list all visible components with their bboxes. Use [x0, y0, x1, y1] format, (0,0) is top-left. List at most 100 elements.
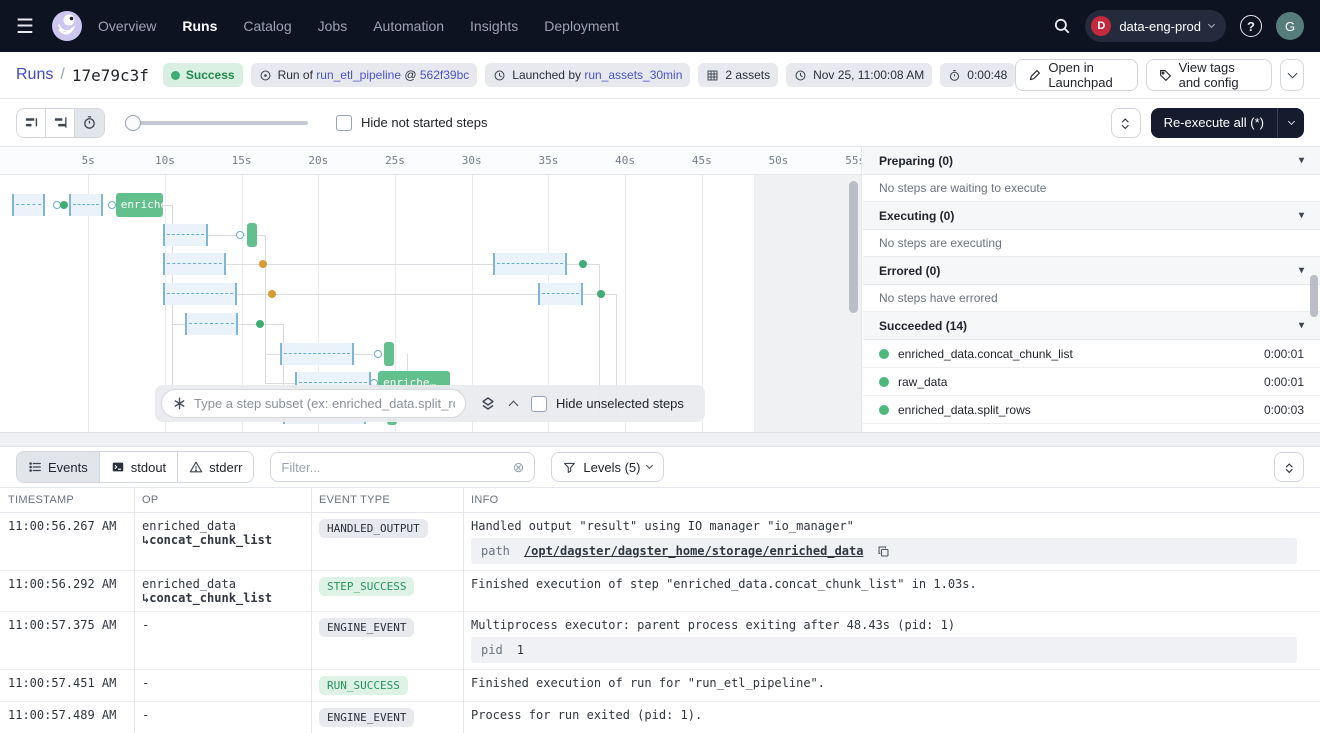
status-badge: Success	[163, 63, 243, 87]
step-list-item[interactable]: enriched_data.process_chunk [1]0:00:04	[863, 424, 1320, 432]
run-tag[interactable]: Run of run_etl_pipeline @ 562f39bc	[251, 63, 478, 87]
events-sort-button[interactable]	[1274, 452, 1304, 482]
layers-icon[interactable]	[480, 396, 496, 412]
section-header[interactable]: Errored (0)▾	[863, 257, 1320, 285]
timeline-tick: 5s	[82, 154, 95, 167]
step-marker-dot[interactable]	[60, 201, 68, 209]
section-header[interactable]: Succeeded (14)▾	[863, 312, 1320, 340]
split-divider[interactable]	[0, 432, 1320, 447]
step-bar[interactable]	[247, 223, 257, 247]
nav-item-catalog[interactable]: Catalog	[243, 18, 291, 34]
hide-not-started-checkbox[interactable]	[336, 115, 352, 131]
open-in-launchpad-button[interactable]: Open in Launchpad	[1015, 59, 1137, 91]
section-empty-message: No steps are executing	[863, 230, 1320, 257]
tab-events[interactable]: Events	[17, 452, 100, 482]
caret-down-icon: ▾	[1299, 320, 1304, 331]
run-tag[interactable]: Nov 25, 11:00:08 AM	[786, 63, 932, 87]
tag-link[interactable]: 562f39bc	[420, 68, 469, 82]
timeline-tick: 45s	[692, 154, 712, 167]
step-duration: 0:00:01	[1264, 375, 1304, 389]
events-filter-input[interactable]	[281, 460, 512, 475]
nav-item-deployment[interactable]: Deployment	[544, 18, 619, 34]
view-tags-button[interactable]: View tags and config	[1146, 59, 1273, 91]
events-filter: ⊗	[270, 452, 535, 482]
reexecute-all-button[interactable]: Re-execute all (*)	[1151, 108, 1304, 138]
step-list-item[interactable]: enriched_data.split_rows 0:00:03	[863, 396, 1320, 424]
section-header[interactable]: Preparing (0)▾	[863, 147, 1320, 175]
avatar[interactable]: G	[1276, 12, 1304, 40]
success-dot-icon	[879, 377, 889, 387]
nav-item-automation[interactable]: Automation	[373, 18, 444, 34]
hide-unselected-checkbox[interactable]	[531, 396, 547, 412]
step-marker-dot[interactable]	[268, 290, 276, 298]
events-table: TIMESTAMP OP EVENT TYPE INFO 11:00:56.26…	[0, 487, 1320, 733]
hamburger-menu-icon[interactable]: ☰	[16, 14, 44, 39]
event-info: Handled output "result" using IO manager…	[463, 513, 1320, 570]
step-bar[interactable]: enriche.	[116, 193, 164, 217]
gantt-mode-waterfall-button[interactable]	[46, 109, 75, 137]
gantt-scrollbar[interactable]	[849, 181, 858, 313]
nav-item-overview[interactable]: Overview	[98, 18, 156, 34]
step-name: enriched_data.split_rows	[898, 403, 1031, 417]
chevron-down-icon	[1208, 21, 1215, 28]
reexecute-all-label: Re-execute all (*)	[1151, 115, 1277, 130]
section-empty-message: No steps have errored	[863, 285, 1320, 312]
timeline-tick: 15s	[232, 154, 252, 167]
tag-label: 2 assets	[725, 68, 770, 82]
run-tag[interactable]: 0:00:48	[940, 63, 1015, 87]
dagster-logo[interactable]	[50, 9, 84, 43]
breadcrumb-runs-link[interactable]: Runs	[16, 66, 53, 84]
step-marker-dot[interactable]	[579, 260, 587, 268]
reexecute-options-caret[interactable]	[1277, 108, 1304, 138]
help-button[interactable]: ?	[1240, 15, 1262, 37]
event-type-cell: ENGINE_EVENT	[311, 702, 463, 733]
clock-icon	[493, 69, 506, 82]
step-marker-open-dot	[374, 350, 382, 358]
slider-handle[interactable]	[125, 115, 141, 131]
gantt-mode-timed-button[interactable]	[75, 109, 104, 137]
gantt-mode-flat-button[interactable]	[17, 109, 46, 137]
run-tag[interactable]: Launched by run_assets_30min	[485, 63, 690, 87]
waiting-step-box	[163, 283, 237, 305]
waiting-step-box	[163, 224, 207, 246]
more-run-actions-button[interactable]	[1280, 59, 1304, 91]
steps-panel-scrollbar[interactable]	[1310, 275, 1318, 317]
step-marker-dot[interactable]	[597, 290, 605, 298]
levels-filter-button[interactable]: Levels (5)	[551, 452, 664, 482]
tab-stdout[interactable]: stdout	[100, 452, 178, 482]
run-tag[interactable]: 2 assets	[698, 63, 778, 87]
metadata-path-link[interactable]: /opt/dagster/dagster_home/storage/enrich…	[524, 544, 864, 558]
step-marker-dot[interactable]	[256, 320, 264, 328]
nav-item-jobs[interactable]: Jobs	[318, 18, 348, 34]
expand-collapse-button[interactable]	[1111, 108, 1141, 138]
step-list-item[interactable]: raw_data0:00:01	[863, 368, 1320, 396]
tag-link[interactable]: run_etl_pipeline	[316, 68, 401, 82]
clear-filter-icon[interactable]: ⊗	[513, 459, 525, 476]
nav-item-insights[interactable]: Insights	[470, 18, 518, 34]
target-icon	[259, 69, 272, 82]
step-bar[interactable]	[384, 342, 394, 366]
step-marker-open-dot	[108, 201, 116, 209]
event-type-cell: STEP_SUCCESS	[311, 571, 463, 611]
search-icon[interactable]	[1053, 17, 1071, 35]
workspace-switcher[interactable]: D data-eng-prod	[1085, 10, 1226, 42]
waiting-step-box	[538, 283, 583, 305]
col-op: OP	[134, 494, 311, 506]
step-subset-input[interactable]	[194, 396, 455, 411]
step-list-item[interactable]: enriched_data.concat_chunk_list0:00:01	[863, 340, 1320, 368]
waiting-step-box	[163, 253, 226, 275]
tab-stdout-label: stdout	[131, 460, 166, 475]
nav-item-runs[interactable]: Runs	[182, 18, 217, 34]
waiting-step-box	[69, 194, 103, 216]
run-steps-panel: Preparing (0)▾No steps are waiting to ex…	[863, 147, 1320, 432]
tab-stderr[interactable]: stderr	[178, 452, 253, 482]
step-duration: 0:00:03	[1264, 403, 1304, 417]
gantt-zoom-slider[interactable]	[125, 115, 308, 131]
caret-down-icon: ▾	[1299, 210, 1304, 221]
collapse-subset-icon[interactable]	[509, 401, 519, 411]
caret-down-icon: ▾	[1299, 265, 1304, 276]
section-header[interactable]: Executing (0)▾	[863, 202, 1320, 230]
waiting-step-box	[12, 194, 45, 216]
copy-icon[interactable]	[877, 545, 890, 558]
tag-link[interactable]: run_assets_30min	[584, 68, 682, 82]
